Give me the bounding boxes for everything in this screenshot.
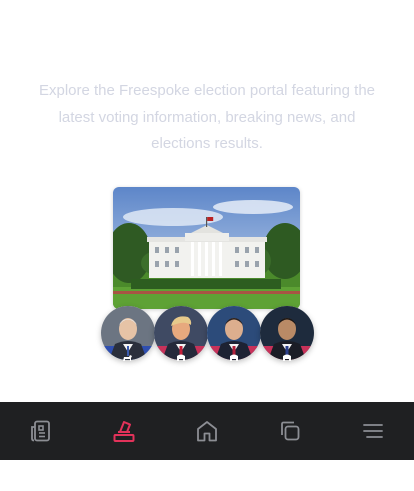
white-house-image[interactable]	[113, 187, 300, 309]
donkey-icon	[121, 350, 135, 361]
elephant-icon	[228, 350, 240, 361]
white-house-photo	[113, 187, 300, 309]
intro-text: Explore the Freespoke election portal fe…	[38, 82, 376, 152]
elephant-icon	[175, 350, 187, 361]
copy-icon	[280, 421, 300, 441]
tab-elections[interactable]	[99, 406, 149, 456]
tab-menu[interactable]	[348, 406, 398, 456]
menu-icon	[362, 424, 383, 438]
candidate-avatars	[101, 306, 315, 366]
tab-bookmarks[interactable]	[265, 406, 315, 456]
news-icon	[31, 420, 51, 442]
bottom-spacer	[0, 460, 414, 491]
tab-home[interactable]	[182, 406, 232, 456]
ballot-box-icon	[113, 421, 135, 442]
elephant-icon	[281, 350, 293, 361]
bottom-tab-bar	[0, 402, 414, 460]
tab-news[interactable]	[16, 406, 66, 456]
home-icon	[197, 421, 217, 442]
